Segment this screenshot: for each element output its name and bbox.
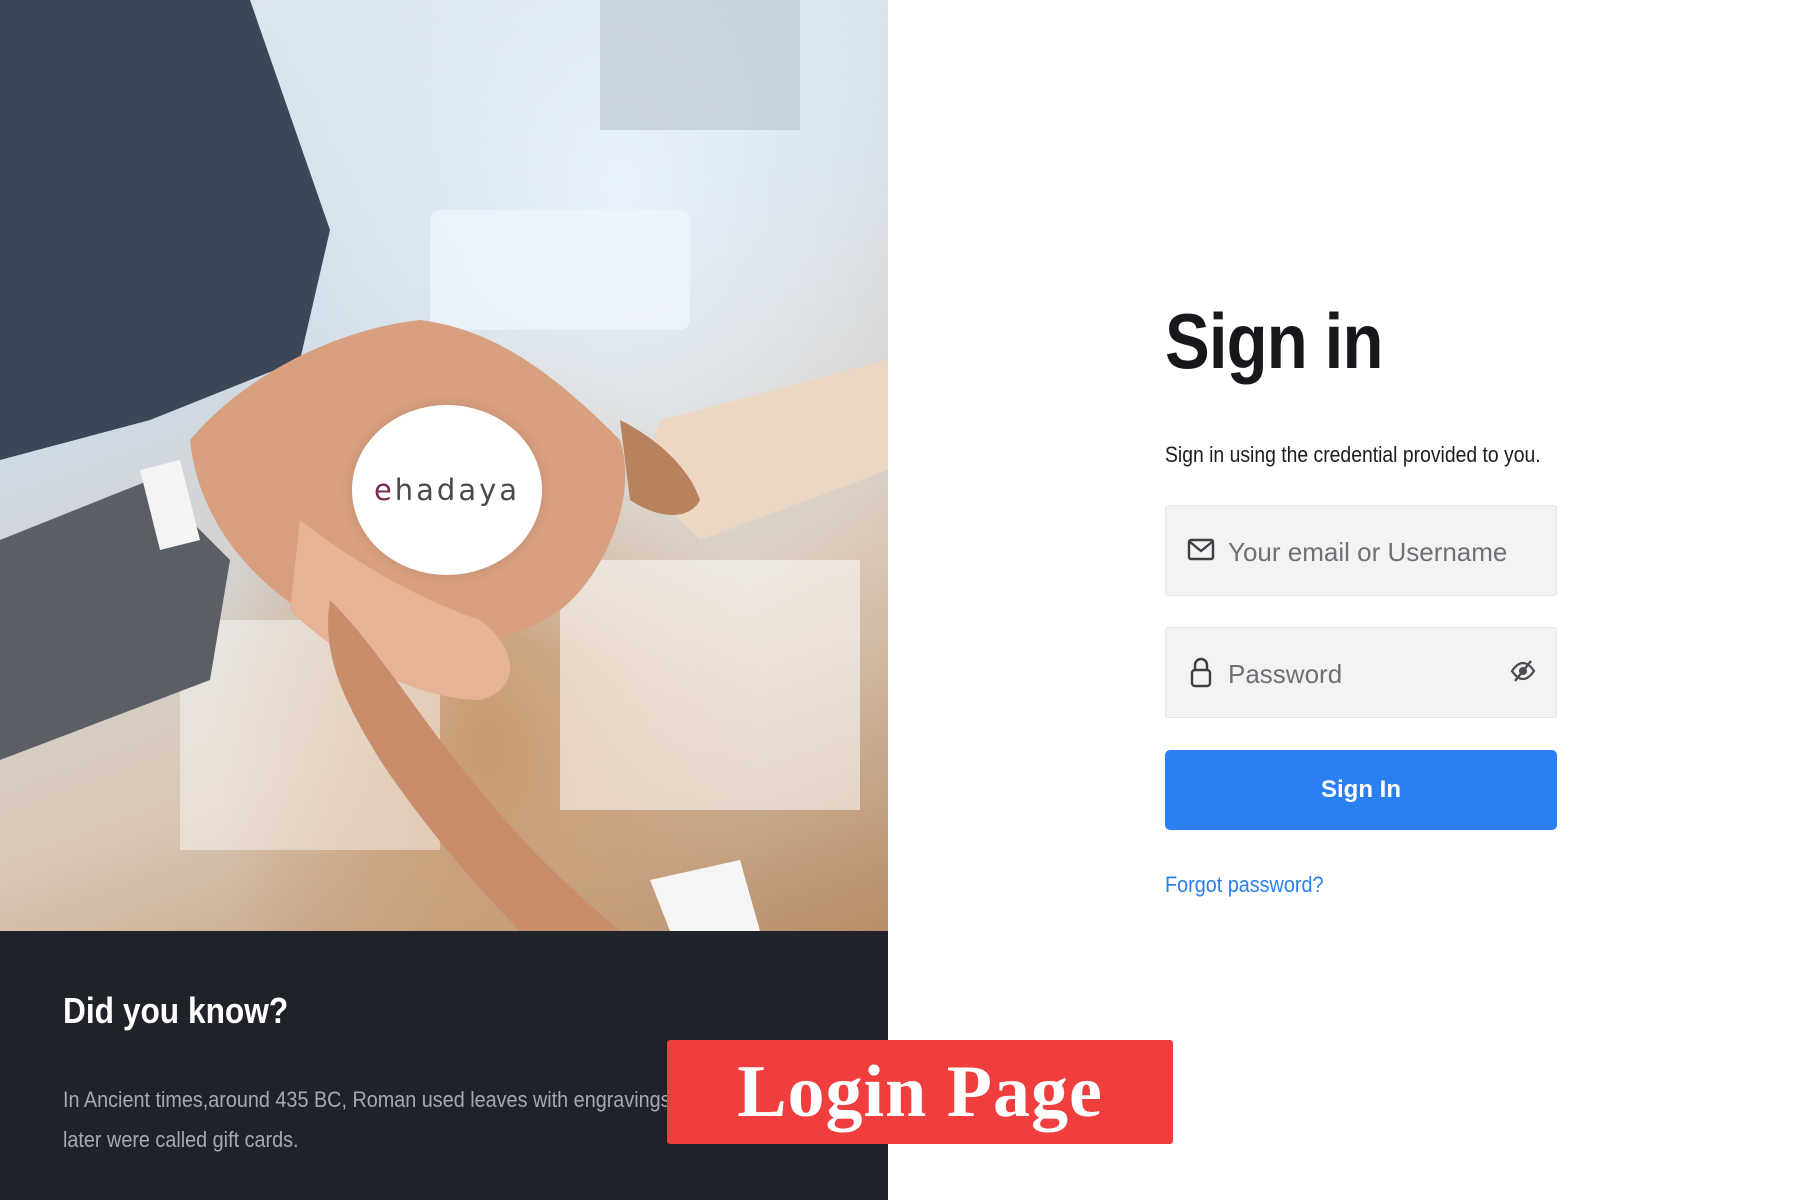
email-field[interactable] <box>1165 505 1557 596</box>
hero-photo: ehadaya <box>0 0 888 931</box>
logo-text: ehadaya <box>373 473 521 507</box>
forgot-password-link[interactable]: Forgot password? <box>1165 872 1323 898</box>
left-panel: ehadaya Did you know? In Ancient times,a… <box>0 0 888 1200</box>
info-title: Did you know? <box>63 990 289 1031</box>
lock-icon <box>1190 657 1212 688</box>
password-input[interactable] <box>1228 652 1508 696</box>
sign-in-button[interactable]: Sign In <box>1165 750 1557 830</box>
envelope-icon <box>1187 538 1215 561</box>
email-input[interactable] <box>1228 530 1508 574</box>
brand-logo: ehadaya <box>352 405 542 575</box>
password-field[interactable] <box>1165 627 1557 718</box>
page-label-badge: Login Page <box>667 1040 1173 1144</box>
eye-off-icon[interactable] <box>1508 656 1538 686</box>
page-label-text: Login Page <box>737 1050 1103 1133</box>
info-text: In Ancient times,around 435 BC, Roman us… <box>63 1087 693 1152</box>
page-title: Sign in <box>1165 297 1383 385</box>
page-subtitle: Sign in using the credential provided to… <box>1165 442 1541 467</box>
